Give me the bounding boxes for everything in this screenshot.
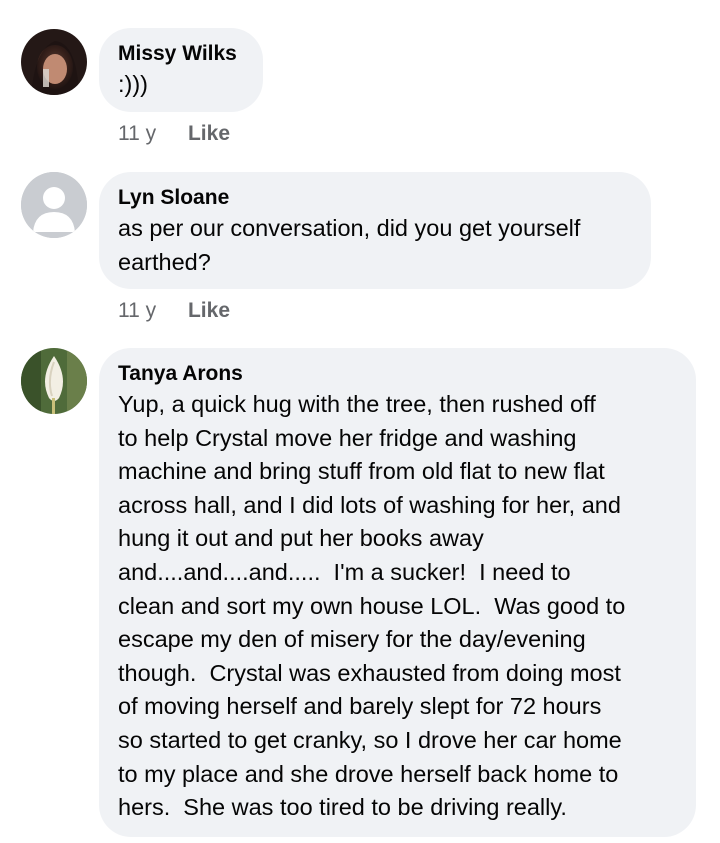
default-user-avatar-icon[interactable] [21, 172, 87, 238]
comment-meta: 11 y Like [118, 298, 230, 324]
avatar-tanya-arons[interactable] [21, 348, 87, 414]
comment-meta: 11 y Like [118, 121, 230, 147]
like-button[interactable]: Like [188, 298, 230, 324]
comment-author[interactable]: Missy Wilks [118, 40, 243, 68]
like-button[interactable]: Like [188, 121, 230, 147]
comment-text: :))) [118, 71, 149, 97]
comment-bubble: Missy Wilks :))) [99, 28, 263, 112]
comment-author[interactable]: Tanya Arons [118, 360, 676, 388]
comment-timestamp[interactable]: 11 y [118, 121, 156, 147]
comment-bubble: Tanya Arons Yup, a quick hug with the tr… [99, 348, 696, 837]
comment-text: Yup, a quick hug with the tree, then rus… [118, 391, 626, 821]
comment-bubble: Lyn Sloane as per our conversation, did … [99, 172, 651, 289]
comment-timestamp[interactable]: 11 y [118, 298, 156, 324]
avatar-missy-wilks[interactable] [21, 29, 87, 95]
comment-text: as per our conversation, did you get you… [118, 215, 581, 275]
comment-author[interactable]: Lyn Sloane [118, 184, 631, 212]
